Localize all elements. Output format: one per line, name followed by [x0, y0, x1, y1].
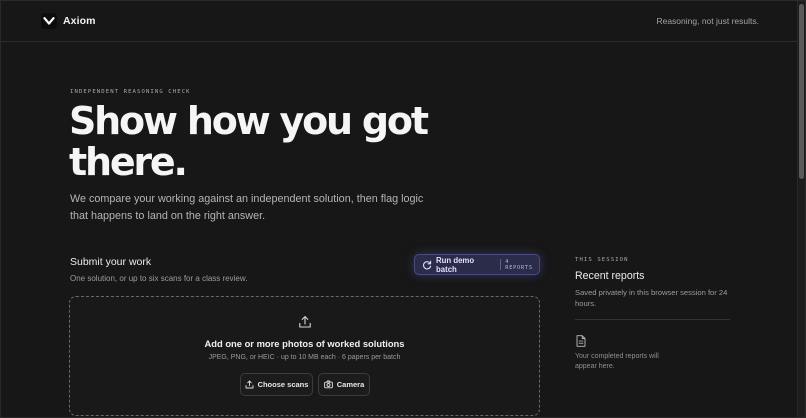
- page-title: Show how you got there.: [69, 101, 449, 183]
- submit-section-title: Submit your work: [70, 256, 152, 268]
- demo-button-label: Run demo batch: [436, 255, 475, 274]
- recent-reports-title: Recent reports: [575, 270, 645, 282]
- app-window: Axiom Reasoning, not just results. INDEP…: [0, 0, 806, 418]
- recent-reports-subtitle: Saved privately in this browser session …: [575, 288, 728, 308]
- hero-eyebrow: INDEPENDENT REASONING CHECK: [70, 89, 191, 95]
- refresh-icon: [422, 260, 432, 270]
- camera-label: Camera: [336, 380, 365, 389]
- demo-report-count: 4 REPORTS: [505, 258, 533, 271]
- title-line-2: there.: [69, 140, 188, 184]
- top-header: Axiom Reasoning, not just results.: [1, 1, 799, 42]
- header-tagline: Reasoning, not just results.: [656, 16, 759, 26]
- camera-icon: [323, 380, 333, 389]
- session-eyebrow: THIS SESSION: [575, 257, 629, 263]
- page-scrollbar[interactable]: [797, 1, 805, 417]
- upload-dropzone[interactable]: Add one or more photos of worked solutio…: [69, 296, 540, 416]
- choose-scans-label: Choose scans: [257, 380, 309, 389]
- session-divider: [575, 319, 730, 320]
- choose-scans-button[interactable]: Choose scans: [240, 373, 313, 396]
- upload-icon: [298, 315, 312, 329]
- empty-reports-message: Your completed reports will appear here.: [575, 353, 659, 370]
- scrollbar-thumb[interactable]: [799, 4, 804, 179]
- title-line-1: Show how you got: [69, 99, 429, 143]
- hero-subtitle: We compare your working against an indep…: [70, 193, 424, 222]
- upload-small-icon: [245, 380, 254, 389]
- axiom-logo-icon[interactable]: [41, 13, 57, 29]
- camera-button[interactable]: Camera: [318, 373, 370, 396]
- brand-name[interactable]: Axiom: [63, 15, 96, 27]
- dropzone-subtitle: JPEG, PNG, or HEIC · up to 10 MB each · …: [208, 354, 401, 361]
- document-icon: [576, 334, 586, 347]
- demo-button-divider: [500, 259, 502, 270]
- run-demo-batch-button[interactable]: Run demo batch 4 REPORTS: [414, 254, 540, 275]
- submit-section-subtitle: One solution, or up to six scans for a c…: [70, 274, 248, 283]
- dropzone-title: Add one or more photos of worked solutio…: [204, 338, 405, 349]
